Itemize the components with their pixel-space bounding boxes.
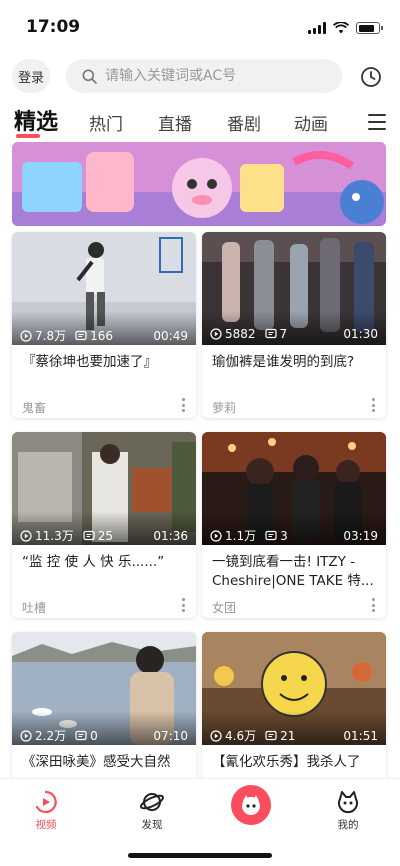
play-count-icon — [210, 529, 222, 542]
promo-banner[interactable] — [12, 142, 386, 226]
video-title[interactable]: 瑜伽裤是谁发明的到底? — [212, 353, 378, 372]
view-count: 1.1万 — [225, 529, 257, 543]
video-category[interactable]: 萝莉 — [212, 399, 236, 416]
tab-bangumi[interactable]: 番剧 — [227, 110, 261, 135]
nav-me-label: 我的 — [337, 819, 359, 831]
video-title[interactable]: 《深田咏美》感受大自然 — [22, 753, 188, 772]
mascot-icon — [242, 795, 260, 815]
video-stats: 7.8万 166 00:49 — [20, 327, 188, 344]
video-title[interactable]: “监 控 使 人 快 乐......” — [22, 553, 188, 572]
video-category[interactable]: 鬼畜 — [22, 399, 46, 416]
video-duration: 00:49 — [153, 328, 188, 343]
more-options-icon[interactable] — [368, 398, 378, 412]
view-count: 11.3万 — [35, 529, 74, 543]
search-icon — [82, 69, 97, 84]
video-title[interactable]: 『蔡徐坤也要加速了』 — [22, 353, 188, 372]
comment-count: 25 — [97, 528, 114, 543]
tab-live[interactable]: 直播 — [158, 110, 192, 135]
nav-discover[interactable]: 发现 — [122, 789, 182, 832]
view-count: 2.2万 — [35, 729, 67, 743]
cellular-signal-icon — [308, 22, 326, 34]
play-count-icon — [20, 729, 32, 742]
video-card[interactable]: 1.1万 3 03:19 一镜到底看一击! ITZY - Cheshire|ON… — [202, 432, 386, 618]
more-options-icon[interactable] — [178, 598, 188, 612]
comment-icon — [75, 330, 87, 340]
video-duration: 01:30 — [343, 327, 378, 341]
search-box[interactable] — [66, 59, 342, 93]
comment-icon — [264, 328, 277, 339]
video-title[interactable]: 【氰化欢乐秀】我杀人了 — [212, 753, 378, 772]
status-icons — [308, 22, 383, 34]
video-duration: 01:51 — [343, 728, 378, 743]
nav-me[interactable]: 我的 — [318, 789, 378, 832]
clock-icon — [361, 67, 381, 87]
top-bar: 登录 — [0, 56, 400, 96]
comment-count: 7 — [279, 327, 288, 341]
home-indicator[interactable] — [128, 853, 272, 858]
video-duration: 03:19 — [343, 528, 378, 543]
play-count-icon — [210, 729, 222, 742]
comment-count: 21 — [280, 728, 296, 743]
history-button[interactable] — [358, 64, 384, 90]
play-count-icon — [20, 329, 32, 342]
video-stats: 5882 7 01:30 — [210, 327, 378, 341]
tab-popular[interactable]: 热门 — [89, 110, 123, 135]
more-options-icon[interactable] — [178, 398, 188, 412]
status-bar: 17:09 — [0, 0, 400, 46]
nav-video-label: 视频 — [35, 819, 57, 831]
view-count: 5882 — [225, 327, 256, 341]
comment-icon — [75, 730, 87, 740]
comment-count: 0 — [90, 728, 98, 743]
tab-featured[interactable]: 精选 — [14, 104, 58, 136]
video-stats: 2.2万 0 07:10 — [20, 727, 188, 744]
view-count: 7.8万 — [35, 329, 67, 343]
video-duration: 01:36 — [153, 528, 188, 543]
view-count: 4.6万 — [225, 729, 257, 743]
login-button[interactable]: 登录 — [12, 59, 50, 93]
planet-icon — [139, 793, 165, 811]
wifi-icon — [333, 22, 349, 34]
active-tab-indicator — [16, 134, 40, 138]
bottom-nav: 视频 发现 我的 — [0, 778, 400, 866]
battery-icon — [356, 22, 383, 34]
video-category[interactable]: 女团 — [212, 599, 236, 616]
video-title[interactable]: 一镜到底看一击! ITZY - Cheshire|ONE TAKE 特... — [212, 553, 378, 591]
play-count-icon — [20, 529, 32, 542]
video-stats: 1.1万 3 03:19 — [210, 527, 378, 544]
comment-icon — [265, 730, 277, 740]
category-tabs: 精选 热门 直播 番剧 动画 — [0, 100, 400, 140]
comment-icon — [83, 530, 95, 540]
video-card[interactable]: 5882 7 01:30 瑜伽裤是谁发明的到底? 萝莉 — [202, 232, 386, 418]
nav-discover-label: 发现 — [141, 819, 163, 831]
tab-animation[interactable]: 动画 — [294, 110, 328, 135]
video-stats: 11.3万 25 01:36 — [20, 527, 188, 544]
search-input[interactable] — [105, 68, 325, 84]
video-tab-icon — [35, 790, 57, 814]
video-stats: 4.6万 21 01:51 — [210, 727, 378, 744]
center-action-button[interactable] — [231, 785, 271, 825]
play-count-icon — [210, 328, 222, 340]
banner-image — [12, 142, 386, 226]
video-card[interactable]: 7.8万 166 00:49 『蔡徐坤也要加速了』 鬼畜 — [12, 232, 196, 418]
video-duration: 07:10 — [153, 728, 188, 743]
more-options-icon[interactable] — [368, 598, 378, 612]
video-category[interactable]: 吐槽 — [22, 599, 46, 616]
comment-count: 166 — [90, 328, 113, 343]
comment-count: 3 — [280, 528, 288, 543]
menu-icon[interactable] — [368, 114, 386, 130]
status-time: 17:09 — [26, 17, 81, 37]
video-card[interactable]: 11.3万 25 01:36 “监 控 使 人 快 乐......” 吐槽 — [12, 432, 196, 618]
profile-icon — [338, 791, 358, 814]
nav-video[interactable]: 视频 — [16, 789, 76, 832]
comment-icon — [265, 530, 277, 540]
